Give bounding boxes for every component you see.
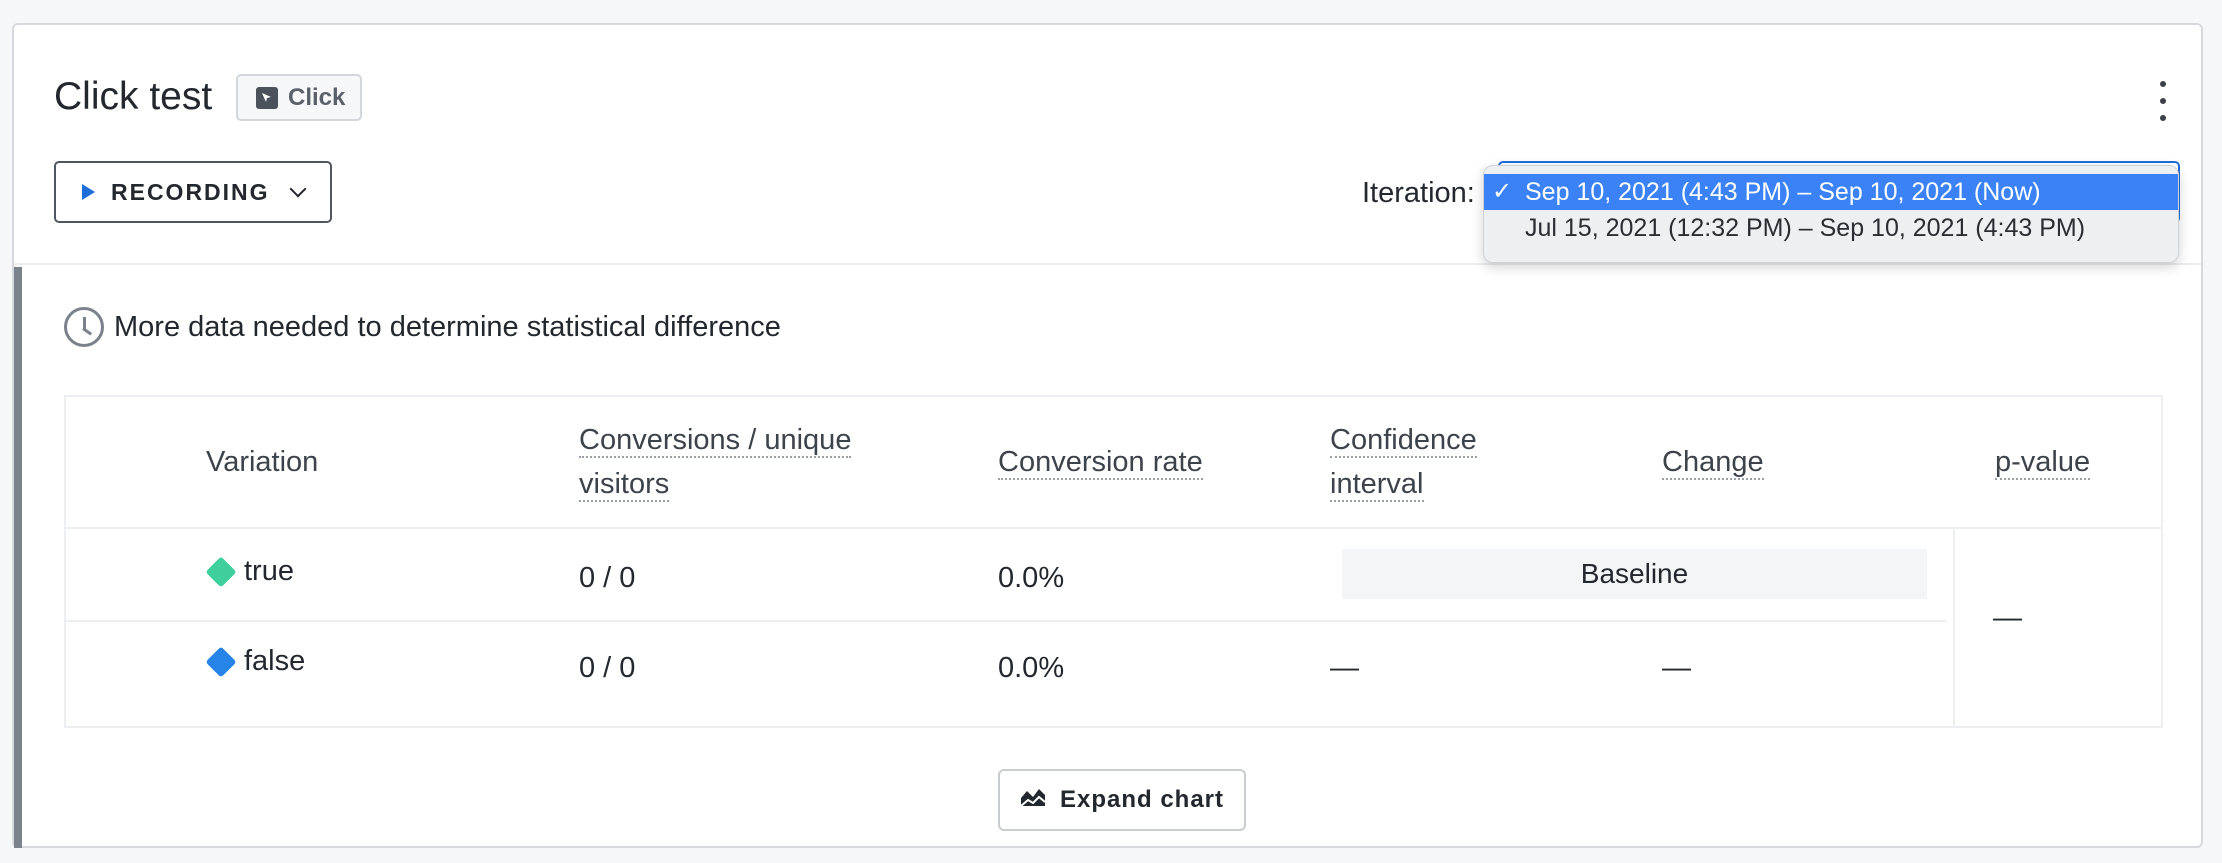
status-message: More data needed to determine statistica… xyxy=(64,307,781,347)
rate-true: 0.0% xyxy=(998,562,1065,594)
header-change[interactable]: Change xyxy=(1662,440,1764,484)
iteration-option-current[interactable]: ✓ Sep 10, 2021 (4:43 PM) – Sep 10, 2021 … xyxy=(1484,174,2178,210)
header-variation: Variation xyxy=(206,446,319,478)
iteration-label: Iteration: xyxy=(1362,177,1475,209)
metric-kind-label: Click xyxy=(288,83,346,111)
recording-label: RECORDING xyxy=(111,178,270,205)
variation-true: true xyxy=(205,555,294,588)
p-value-divider xyxy=(1953,527,1955,728)
conversions-false: 0 / 0 xyxy=(579,652,636,684)
variation-false: false xyxy=(205,645,305,678)
checkmark-icon: ✓ xyxy=(1492,178,1513,205)
click-icon xyxy=(256,86,278,109)
status-text: More data needed to determine statistica… xyxy=(114,310,781,343)
header-conversions[interactable]: Conversions / unique visitors xyxy=(579,418,889,506)
variation-color-diamond xyxy=(205,555,237,588)
baseline-label: Baseline xyxy=(1342,549,1927,599)
header-confidence-interval[interactable]: Confidence interval xyxy=(1330,418,1510,506)
experiment-title: Click test xyxy=(54,75,213,118)
header-p-value[interactable]: p-value xyxy=(1995,440,2091,484)
rate-false: 0.0% xyxy=(998,652,1065,684)
variation-color-diamond xyxy=(205,645,237,678)
play-icon xyxy=(82,184,95,200)
recording-status-button[interactable]: RECORDING xyxy=(54,161,332,223)
conversions-true: 0 / 0 xyxy=(579,562,636,594)
expand-chart-button[interactable]: Expand chart xyxy=(998,769,1246,831)
p-value: — xyxy=(1993,602,2022,634)
iteration-dropdown-menu: ✓ Sep 10, 2021 (4:43 PM) – Sep 10, 2021 … xyxy=(1483,165,2179,263)
header-conversion-rate[interactable]: Conversion rate xyxy=(998,440,1203,484)
chart-icon xyxy=(1020,786,1046,815)
iteration-option-previous[interactable]: Jul 15, 2021 (12:32 PM) – Sep 10, 2021 (… xyxy=(1484,210,2178,246)
clock-icon xyxy=(64,307,104,347)
header-divider xyxy=(66,527,2161,529)
chevron-down-icon xyxy=(289,180,307,198)
metric-kind-badge: Click xyxy=(236,74,362,121)
change-false: — xyxy=(1662,652,1691,684)
expand-chart-label: Expand chart xyxy=(1059,786,1225,813)
row-divider xyxy=(66,620,1946,622)
more-options-icon[interactable] xyxy=(2153,81,2173,121)
status-accent-bar xyxy=(14,267,22,848)
experiment-card: Click test Click RECORDING Iteration: Mo… xyxy=(12,23,2203,848)
results-table: Variation Conversions / unique visitors … xyxy=(64,395,2163,728)
confidence-false: — xyxy=(1330,652,1359,684)
